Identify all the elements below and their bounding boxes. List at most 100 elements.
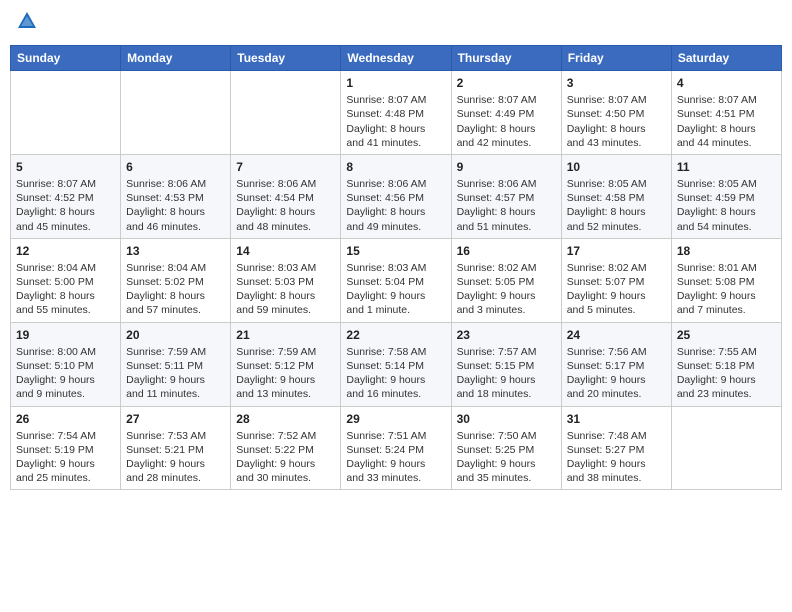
day-number: 4 <box>677 75 776 91</box>
day-info: Sunrise: 8:05 AM Sunset: 4:58 PM Dayligh… <box>567 177 666 234</box>
day-number: 11 <box>677 159 776 175</box>
day-info: Sunrise: 8:06 AM Sunset: 4:57 PM Dayligh… <box>457 177 556 234</box>
calendar-table: SundayMondayTuesdayWednesdayThursdayFrid… <box>10 45 782 490</box>
logo <box>14 10 38 37</box>
calendar-cell: 5 Sunrise: 8:07 AM Sunset: 4:52 PM Daylig… <box>11 154 121 238</box>
calendar-cell <box>231 71 341 155</box>
day-info: Sunrise: 8:07 AM Sunset: 4:51 PM Dayligh… <box>677 93 776 150</box>
day-number: 24 <box>567 327 666 343</box>
day-info: Sunrise: 8:06 AM Sunset: 4:54 PM Dayligh… <box>236 177 335 234</box>
calendar-cell: 30Sunrise: 7:50 AM Sunset: 5:25 PM Dayli… <box>451 406 561 490</box>
day-number: 23 <box>457 327 556 343</box>
calendar-cell: 28Sunrise: 7:52 AM Sunset: 5:22 PM Dayli… <box>231 406 341 490</box>
calendar-cell: 14 Sunrise: 8:03 AM Sunset: 5:03 PM Dayli… <box>231 238 341 322</box>
calendar-header-row: SundayMondayTuesdayWednesdayThursdayFrid… <box>11 46 782 71</box>
day-info: Sunrise: 8:07 AM Sunset: 4:48 PM Dayligh… <box>346 93 445 150</box>
calendar-cell <box>671 406 781 490</box>
day-info: Sunrise: 8:07 AM Sunset: 4:50 PM Dayligh… <box>567 93 666 150</box>
calendar-cell: 20 Sunrise: 7:59 AM Sunset: 5:11 PM Dayli… <box>121 322 231 406</box>
day-info: Sunrise: 7:53 AM Sunset: 5:21 PM Dayligh… <box>126 429 225 486</box>
day-info: Sunrise: 8:04 AM Sunset: 5:02 PM Dayligh… <box>126 261 225 318</box>
day-number: 3 <box>567 75 666 91</box>
day-info: Sunrise: 8:02 AM Sunset: 5:07 PM Dayligh… <box>567 261 666 318</box>
day-info: Sunrise: 7:58 AM Sunset: 5:14 PM Dayligh… <box>346 345 445 402</box>
day-info: Sunrise: 8:03 AM Sunset: 5:03 PM Dayligh… <box>236 261 335 318</box>
page-header <box>10 10 782 37</box>
calendar-week-row: 26 Sunrise: 7:54 AM Sunset: 5:19 PM Dayli… <box>11 406 782 490</box>
weekday-header: Thursday <box>451 46 561 71</box>
calendar-cell: 2 Sunrise: 8:07 AM Sunset: 4:49 PM Daylig… <box>451 71 561 155</box>
calendar-cell: 7 Sunrise: 8:06 AM Sunset: 4:54 PM Daylig… <box>231 154 341 238</box>
day-info: Sunrise: 7:51 AM Sunset: 5:24 PM Dayligh… <box>346 429 445 486</box>
calendar-cell: 27 Sunrise: 7:53 AM Sunset: 5:21 PM Dayli… <box>121 406 231 490</box>
day-info: Sunrise: 7:59 AM Sunset: 5:11 PM Dayligh… <box>126 345 225 402</box>
day-number: 19 <box>16 327 115 343</box>
calendar-cell: 11 Sunrise: 8:05 AM Sunset: 4:59 PM Dayli… <box>671 154 781 238</box>
day-info: Sunrise: 8:07 AM Sunset: 4:52 PM Dayligh… <box>16 177 115 234</box>
calendar-cell: 4 Sunrise: 8:07 AM Sunset: 4:51 PM Daylig… <box>671 71 781 155</box>
day-number: 29 <box>346 411 445 427</box>
day-number: 27 <box>126 411 225 427</box>
day-number: 16 <box>457 243 556 259</box>
weekday-header: Tuesday <box>231 46 341 71</box>
day-info: Sunrise: 8:07 AM Sunset: 4:49 PM Dayligh… <box>457 93 556 150</box>
calendar-cell: 16Sunrise: 8:02 AM Sunset: 5:05 PM Dayli… <box>451 238 561 322</box>
day-number: 2 <box>457 75 556 91</box>
day-number: 25 <box>677 327 776 343</box>
calendar-cell <box>121 71 231 155</box>
day-number: 15 <box>346 243 445 259</box>
calendar-cell: 31Sunrise: 7:48 AM Sunset: 5:27 PM Dayli… <box>561 406 671 490</box>
calendar-week-row: 19 Sunrise: 8:00 AM Sunset: 5:10 PM Dayli… <box>11 322 782 406</box>
calendar-week-row: 1 Sunrise: 8:07 AM Sunset: 4:48 PM Daylig… <box>11 71 782 155</box>
day-number: 26 <box>16 411 115 427</box>
day-info: Sunrise: 8:01 AM Sunset: 5:08 PM Dayligh… <box>677 261 776 318</box>
calendar-cell: 24 Sunrise: 7:56 AM Sunset: 5:17 PM Dayli… <box>561 322 671 406</box>
day-number: 22 <box>346 327 445 343</box>
calendar-cell: 9 Sunrise: 8:06 AM Sunset: 4:57 PM Daylig… <box>451 154 561 238</box>
day-info: Sunrise: 7:59 AM Sunset: 5:12 PM Dayligh… <box>236 345 335 402</box>
day-number: 14 <box>236 243 335 259</box>
calendar-week-row: 12 Sunrise: 8:04 AM Sunset: 5:00 PM Dayli… <box>11 238 782 322</box>
day-info: Sunrise: 7:52 AM Sunset: 5:22 PM Dayligh… <box>236 429 335 486</box>
calendar-cell: 13 Sunrise: 8:04 AM Sunset: 5:02 PM Dayli… <box>121 238 231 322</box>
weekday-header: Friday <box>561 46 671 71</box>
calendar-cell: 23 Sunrise: 7:57 AM Sunset: 5:15 PM Dayli… <box>451 322 561 406</box>
calendar-cell: 6Sunrise: 8:06 AM Sunset: 4:53 PM Daylig… <box>121 154 231 238</box>
day-info: Sunrise: 7:57 AM Sunset: 5:15 PM Dayligh… <box>457 345 556 402</box>
calendar-cell: 15Sunrise: 8:03 AM Sunset: 5:04 PM Dayli… <box>341 238 451 322</box>
calendar-cell: 22 Sunrise: 7:58 AM Sunset: 5:14 PM Dayli… <box>341 322 451 406</box>
calendar-cell: 12 Sunrise: 8:04 AM Sunset: 5:00 PM Dayli… <box>11 238 121 322</box>
day-number: 1 <box>346 75 445 91</box>
day-info: Sunrise: 7:55 AM Sunset: 5:18 PM Dayligh… <box>677 345 776 402</box>
day-number: 13 <box>126 243 225 259</box>
day-info: Sunrise: 8:05 AM Sunset: 4:59 PM Dayligh… <box>677 177 776 234</box>
day-number: 5 <box>16 159 115 175</box>
weekday-header: Wednesday <box>341 46 451 71</box>
day-info: Sunrise: 8:06 AM Sunset: 4:53 PM Dayligh… <box>126 177 225 234</box>
day-number: 7 <box>236 159 335 175</box>
day-info: Sunrise: 8:00 AM Sunset: 5:10 PM Dayligh… <box>16 345 115 402</box>
day-info: Sunrise: 8:04 AM Sunset: 5:00 PM Dayligh… <box>16 261 115 318</box>
day-number: 18 <box>677 243 776 259</box>
day-number: 10 <box>567 159 666 175</box>
day-number: 8 <box>346 159 445 175</box>
day-info: Sunrise: 7:54 AM Sunset: 5:19 PM Dayligh… <box>16 429 115 486</box>
day-number: 20 <box>126 327 225 343</box>
calendar-cell <box>11 71 121 155</box>
day-info: Sunrise: 7:56 AM Sunset: 5:17 PM Dayligh… <box>567 345 666 402</box>
weekday-header: Saturday <box>671 46 781 71</box>
day-number: 17 <box>567 243 666 259</box>
calendar-cell: 19 Sunrise: 8:00 AM Sunset: 5:10 PM Dayli… <box>11 322 121 406</box>
calendar-cell: 26 Sunrise: 7:54 AM Sunset: 5:19 PM Dayli… <box>11 406 121 490</box>
calendar-cell: 3 Sunrise: 8:07 AM Sunset: 4:50 PM Daylig… <box>561 71 671 155</box>
calendar-cell: 8Sunrise: 8:06 AM Sunset: 4:56 PM Daylig… <box>341 154 451 238</box>
day-number: 21 <box>236 327 335 343</box>
calendar-cell: 18 Sunrise: 8:01 AM Sunset: 5:08 PM Dayli… <box>671 238 781 322</box>
calendar-week-row: 5 Sunrise: 8:07 AM Sunset: 4:52 PM Daylig… <box>11 154 782 238</box>
calendar-cell: 10 Sunrise: 8:05 AM Sunset: 4:58 PM Dayli… <box>561 154 671 238</box>
day-info: Sunrise: 7:50 AM Sunset: 5:25 PM Dayligh… <box>457 429 556 486</box>
day-number: 9 <box>457 159 556 175</box>
calendar-cell: 29 Sunrise: 7:51 AM Sunset: 5:24 PM Dayli… <box>341 406 451 490</box>
day-number: 12 <box>16 243 115 259</box>
calendar-cell: 1 Sunrise: 8:07 AM Sunset: 4:48 PM Daylig… <box>341 71 451 155</box>
